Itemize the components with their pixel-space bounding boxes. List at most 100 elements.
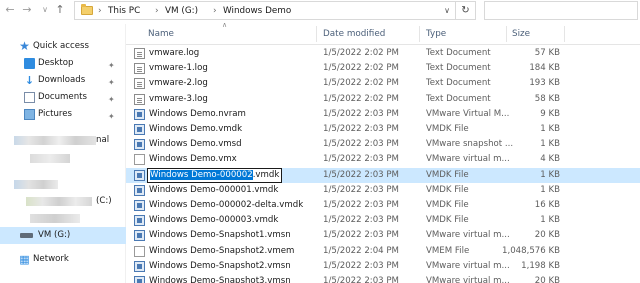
file-type: VMDK File [426, 200, 469, 210]
column-size[interactable]: Size [512, 29, 530, 39]
vmware-file-icon [134, 184, 145, 196]
file-size: 16 KB [534, 200, 560, 210]
generic-file-icon [134, 154, 145, 166]
file-row[interactable]: Windows Demo-000002.vmdk 1/5/2022 2:03 PM… [126, 167, 640, 183]
nav-vm-drive-label: VM (G:) [38, 230, 71, 240]
file-type: VMEM File [426, 245, 470, 256]
file-row[interactable]: vmware.log 1/5/2022 2:02 PM Text Document 5… [126, 46, 640, 61]
folder-icon [81, 4, 93, 15]
file-row[interactable]: Windows Demo-Snapshot3.vmsn 1/5/2022 2:03… [126, 274, 640, 283]
redacted-block [30, 214, 80, 223]
redacted-block [14, 136, 96, 145]
file-date-modified: 1/5/2022 2:03 PM [323, 200, 399, 210]
file-size: 57 KB [534, 48, 560, 58]
vmware-file-icon [134, 139, 145, 151]
documents-icon [24, 92, 35, 103]
text-file-icon [134, 93, 145, 105]
file-date-modified: 1/5/2022 2:03 PM [323, 169, 399, 180]
back-arrow-icon[interactable]: ← [3, 3, 17, 17]
file-row[interactable]: Windows Demo.vmsd 1/5/2022 2:03 PM VMware … [126, 137, 640, 152]
redacted-block [26, 197, 92, 206]
vmware-file-icon [134, 260, 145, 272]
breadcrumb-this-pc[interactable]: This PC [108, 5, 140, 17]
file-date-modified: 1/5/2022 2:03 PM [323, 184, 399, 195]
nav-desktop-label: Desktop [38, 58, 74, 68]
file-type: VMware snapshot ... [426, 139, 514, 150]
forward-arrow-icon[interactable]: → [20, 3, 34, 17]
nav-desktop[interactable]: Desktop ✦ [0, 55, 126, 72]
navigation-pane: ★ Quick access Desktop ✦ ↓ Downloads ✦ D… [0, 24, 126, 283]
search-input[interactable] [484, 1, 638, 20]
nav-downloads[interactable]: ↓ Downloads ✦ [0, 72, 126, 89]
file-row[interactable]: Windows Demo.vmx 1/5/2022 2:03 PM VMware v… [126, 152, 640, 167]
file-row[interactable]: vmware-2.log 1/5/2022 2:02 PM Text Documen… [126, 76, 640, 91]
file-row[interactable]: Windows Demo-Snapshot1.vmsn 1/5/2022 2:03… [126, 228, 640, 243]
file-row[interactable]: Windows Demo.nvram 1/5/2022 2:03 PM VMware… [126, 107, 640, 122]
file-name: Windows Demo-Snapshot1.vmsn [149, 230, 291, 241]
rename-input[interactable]: Windows Demo-000002.vmdk [147, 167, 283, 183]
file-type: VMDK File [426, 184, 469, 195]
file-date-modified: 1/5/2022 2:03 PM [323, 108, 399, 119]
vmware-file-icon [134, 276, 145, 283]
file-type: VMware virtual m... [426, 154, 510, 165]
address-dropdown-icon[interactable]: ∨ [444, 5, 450, 17]
up-arrow-icon[interactable]: ↑ [53, 3, 67, 17]
nav-pictures[interactable]: Pictures ✦ [0, 106, 126, 123]
file-name: Windows Demo-000001.vmdk [149, 184, 279, 195]
breadcrumb-vm-drive[interactable]: VM (G:) [165, 5, 198, 17]
file-row[interactable]: vmware-1.log 1/5/2022 2:02 PM Text Documen… [126, 61, 640, 76]
file-size: 20 KB [534, 276, 560, 283]
pin-icon: ✦ [108, 112, 115, 121]
file-size: 193 KB [529, 78, 560, 89]
column-divider[interactable] [564, 26, 565, 42]
generic-file-icon [134, 245, 145, 257]
file-date-modified: 1/5/2022 2:03 PM [323, 276, 399, 283]
nav-drive-c[interactable]: (C:) [0, 193, 126, 210]
file-size: 1 KB [540, 184, 560, 195]
breadcrumb-windows-demo[interactable]: Windows Demo [223, 5, 291, 17]
file-name: vmware-1.log [149, 63, 208, 74]
file-date-modified: 1/5/2022 2:03 PM [323, 230, 399, 241]
column-name[interactable]: Name [148, 29, 174, 39]
file-size: 1 KB [540, 139, 560, 150]
file-date-modified: 1/5/2022 2:04 PM [323, 245, 399, 256]
network-icon: ▦ [19, 253, 30, 266]
vmware-file-icon [134, 230, 145, 242]
nav-documents[interactable]: Documents ✦ [0, 89, 126, 106]
nav-vm-drive[interactable]: VM (G:) [0, 227, 126, 244]
nav-quick-access[interactable]: ★ Quick access [0, 38, 126, 55]
file-type: VMware virtual m... [426, 276, 510, 283]
file-date-modified: 1/5/2022 2:02 PM [323, 63, 399, 74]
file-row[interactable]: Windows Demo-000002-delta.vmdk 1/5/2022 2… [126, 198, 640, 213]
file-name: Windows Demo-Snapshot2.vmem [149, 245, 295, 256]
refresh-icon[interactable]: ↻ [455, 2, 475, 19]
file-date-modified: 1/5/2022 2:03 PM [323, 124, 399, 134]
file-row[interactable]: Windows Demo.vmdk 1/5/2022 2:03 PM VMDK Fi… [126, 122, 640, 137]
nav-redacted-item[interactable]: nal [0, 132, 126, 149]
file-row[interactable]: Windows Demo-Snapshot2.vmsn 1/5/2022 2:03… [126, 259, 640, 274]
column-divider[interactable] [419, 26, 420, 42]
text-file-icon [134, 63, 145, 75]
column-type[interactable]: Type [426, 29, 446, 39]
column-divider[interactable] [316, 26, 317, 42]
nav-pictures-label: Pictures [38, 109, 73, 119]
nav-quick-access-label: Quick access [33, 41, 89, 51]
file-size: 1 KB [540, 215, 560, 226]
file-row[interactable]: vmware-3.log 1/5/2022 2:02 PM Text Documen… [126, 92, 640, 107]
file-date-modified: 1/5/2022 2:03 PM [323, 215, 399, 226]
file-row[interactable]: Windows Demo-Snapshot2.vmem 1/5/2022 2:04… [126, 244, 640, 259]
nav-redacted-block-3 [0, 176, 126, 193]
column-date-modified[interactable]: Date modified [323, 29, 385, 39]
file-name: vmware-3.log [149, 93, 208, 104]
nav-network[interactable]: ▦ Network [0, 251, 126, 268]
file-row[interactable]: Windows Demo-000001.vmdk 1/5/2022 2:03 PM… [126, 183, 640, 198]
rename-selected-text: Windows Demo-000002 [150, 169, 253, 180]
file-type: Text Document [426, 78, 491, 89]
address-bar[interactable]: › This PC › VM (G:) › Windows Demo ∨ ↻ [74, 1, 476, 20]
file-size: 1 KB [540, 124, 560, 134]
desktop-icon [24, 58, 35, 69]
column-divider[interactable] [506, 26, 507, 42]
file-type: VMDK File [426, 215, 469, 226]
recent-locations-chevron-icon[interactable]: ∨ [38, 3, 52, 17]
file-row[interactable]: Windows Demo-000003.vmdk 1/5/2022 2:03 PM… [126, 213, 640, 228]
